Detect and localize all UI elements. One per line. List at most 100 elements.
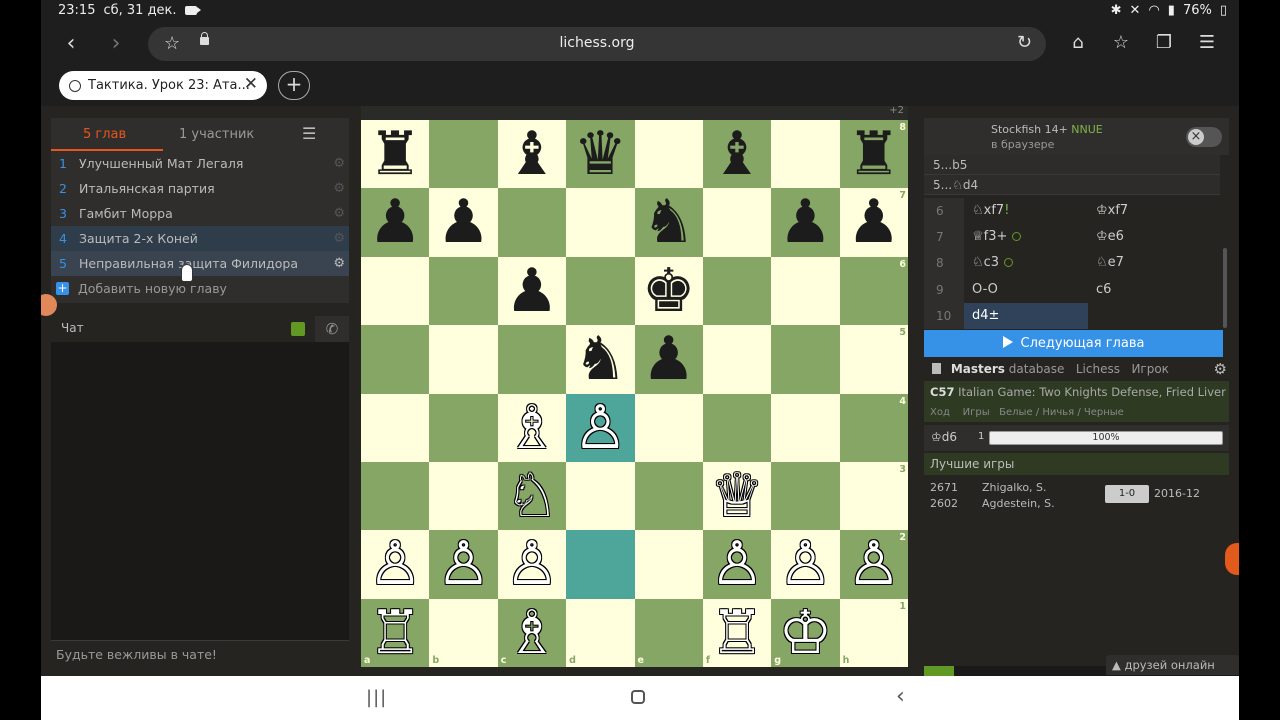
chess-board[interactable]: ♜ ♝ ♛ ♝ 8 ♜ ♟ ♟ ♞ ♟ 7 ♟ ♟ ♚ 6 ♞ ♟ 5 ♗ ♙ 4 ♘ ♕ 3 ♙ ♙ ♙ ♙ ♙ 2 ♙ a ♖ b c ♗ d e f ♖… bbox=[361, 120, 909, 668]
chat-input[interactable]: Будьте вежливы в чате! bbox=[51, 640, 349, 668]
close-tab-icon[interactable]: ✕ bbox=[244, 74, 258, 94]
recent-apps-icon[interactable]: ||| bbox=[366, 687, 387, 708]
square-g4[interactable] bbox=[771, 393, 840, 462]
explorer-move-row[interactable]: ♔d6 1 100% bbox=[924, 425, 1229, 451]
square-e7[interactable]: ♞ bbox=[634, 188, 703, 257]
bookmarks-icon[interactable]: ☆ bbox=[1109, 32, 1133, 53]
piece-c1[interactable]: ♗ bbox=[498, 598, 566, 667]
next-chapter-button[interactable]: Следующая глава bbox=[924, 330, 1223, 357]
square-d3[interactable] bbox=[566, 461, 635, 531]
variation-line[interactable]: 5...b5 bbox=[924, 155, 1220, 175]
square-d8[interactable]: ♛ bbox=[566, 120, 635, 189]
piece-c2[interactable]: ♙ bbox=[498, 530, 566, 598]
piece-b2[interactable]: ♙ bbox=[429, 530, 497, 598]
move-black[interactable]: ♔xf7 bbox=[1088, 198, 1212, 224]
piece-f8[interactable]: ♝ bbox=[703, 120, 771, 188]
gear-icon[interactable]: ⚙ bbox=[333, 181, 345, 196]
square-c7[interactable] bbox=[497, 188, 567, 257]
forward-icon[interactable]: › bbox=[102, 30, 130, 58]
move-white[interactable]: O-O bbox=[964, 277, 1088, 303]
tab-lichess[interactable]: Lichess bbox=[1076, 362, 1120, 376]
menu-icon[interactable]: ☰ bbox=[1195, 32, 1219, 53]
square-b7[interactable]: ♟ bbox=[429, 188, 498, 257]
square-c6[interactable]: ♟ bbox=[497, 257, 567, 326]
engine-toggle[interactable] bbox=[1186, 127, 1222, 147]
square-h7[interactable]: 7 ♟ bbox=[839, 188, 909, 257]
square-f1[interactable]: f ♖ bbox=[702, 598, 772, 668]
square-f6[interactable] bbox=[702, 256, 772, 326]
piece-a8[interactable]: ♜ bbox=[361, 120, 429, 188]
home-button-icon[interactable] bbox=[631, 690, 645, 704]
square-h6[interactable]: 6 bbox=[839, 256, 909, 326]
square-b2[interactable]: ♙ bbox=[429, 530, 498, 599]
piece-e6[interactable]: ♚ bbox=[635, 257, 703, 325]
square-a1[interactable]: a ♖ bbox=[361, 598, 430, 668]
move-black[interactable]: ♔e6 bbox=[1088, 224, 1212, 250]
square-c1[interactable]: c ♗ bbox=[497, 598, 567, 668]
square-e3[interactable] bbox=[634, 461, 703, 531]
square-c3[interactable]: ♘ bbox=[497, 462, 567, 531]
square-h4[interactable]: 4 bbox=[839, 393, 909, 462]
piece-h7[interactable]: ♟ bbox=[840, 188, 908, 256]
piece-h2[interactable]: ♙ bbox=[840, 530, 908, 598]
tab-masters[interactable]: Masters bbox=[951, 362, 1005, 376]
phone-icon[interactable]: ✆ bbox=[315, 316, 349, 342]
move-list-scrollbar[interactable] bbox=[1223, 248, 1227, 328]
top-game-row[interactable]: 2671 2602 Zhigalko, S. Agdestein, S. 1-0… bbox=[924, 475, 1229, 517]
square-f8[interactable]: ♝ bbox=[702, 120, 772, 189]
move-black[interactable] bbox=[1088, 303, 1212, 329]
piece-g1[interactable]: ♔ bbox=[771, 598, 839, 667]
chapter-item[interactable]: 2 Итальянская партия ⚙ bbox=[51, 176, 349, 201]
square-g2[interactable]: ♙ bbox=[771, 530, 840, 599]
piece-c8[interactable]: ♝ bbox=[498, 120, 566, 188]
square-e1[interactable]: e bbox=[634, 598, 703, 668]
square-b3[interactable] bbox=[429, 461, 498, 531]
square-c2[interactable]: ♙ bbox=[497, 530, 567, 599]
square-f2[interactable]: ♙ bbox=[702, 530, 772, 599]
square-h2[interactable]: 2 ♙ bbox=[839, 530, 909, 599]
piece-a1[interactable]: ♖ bbox=[361, 598, 429, 667]
square-a5[interactable] bbox=[361, 325, 430, 394]
piece-g2[interactable]: ♙ bbox=[771, 530, 839, 598]
new-tab-button[interactable]: + bbox=[278, 71, 310, 100]
square-c4[interactable]: ♗ bbox=[497, 393, 567, 462]
square-g1[interactable]: g ♔ bbox=[771, 598, 840, 668]
square-e4[interactable] bbox=[634, 393, 703, 462]
square-f4[interactable] bbox=[702, 393, 772, 462]
gear-icon[interactable]: ⚙ bbox=[333, 156, 345, 171]
move-white[interactable]: ♕f3+ bbox=[964, 224, 1088, 250]
chapter-item-active[interactable]: 5 Неправильная защита Филидора ⚙ bbox=[51, 251, 349, 276]
add-chapter-button[interactable]: + Добавить новую главу bbox=[51, 276, 349, 301]
tab-members[interactable]: 1 участник bbox=[179, 127, 254, 142]
chapter-item[interactable]: 3 Гамбит Морра ⚙ bbox=[51, 201, 349, 226]
gear-icon[interactable]: ⚙ bbox=[333, 231, 345, 246]
piece-f2[interactable]: ♙ bbox=[703, 530, 771, 598]
piece-c4[interactable]: ♗ bbox=[498, 393, 566, 462]
gear-icon[interactable]: ⚙ bbox=[333, 206, 345, 221]
square-f5[interactable] bbox=[702, 325, 772, 394]
floating-bubble-icon[interactable] bbox=[1225, 543, 1239, 575]
square-c5[interactable] bbox=[497, 325, 567, 394]
square-f7[interactable] bbox=[702, 188, 772, 257]
square-a3[interactable] bbox=[361, 461, 430, 531]
square-d7[interactable] bbox=[566, 188, 635, 257]
move-white[interactable]: ♘xf7! bbox=[964, 198, 1088, 224]
move-black[interactable]: c6 bbox=[1088, 277, 1212, 303]
square-b8[interactable] bbox=[429, 120, 498, 189]
piece-a2[interactable]: ♙ bbox=[361, 530, 429, 598]
tab-player[interactable]: Игрок bbox=[1131, 362, 1169, 376]
tab-database[interactable]: database bbox=[1009, 362, 1065, 376]
square-b4[interactable] bbox=[429, 393, 498, 462]
square-c8[interactable]: ♝ bbox=[497, 120, 567, 189]
square-a7[interactable]: ♟ bbox=[361, 188, 430, 257]
piece-d8[interactable]: ♛ bbox=[566, 120, 634, 188]
square-b1[interactable]: b bbox=[429, 598, 498, 668]
back-icon[interactable]: ‹ bbox=[57, 30, 85, 58]
square-g5[interactable] bbox=[771, 325, 840, 394]
square-g7[interactable]: ♟ bbox=[771, 188, 840, 257]
square-h8[interactable]: 8 ♜ bbox=[839, 120, 909, 189]
square-d4[interactable]: ♙ bbox=[566, 393, 635, 462]
square-f3[interactable]: ♕ bbox=[702, 462, 772, 531]
piece-g7[interactable]: ♟ bbox=[771, 188, 839, 256]
square-h3[interactable]: 3 bbox=[839, 461, 909, 531]
